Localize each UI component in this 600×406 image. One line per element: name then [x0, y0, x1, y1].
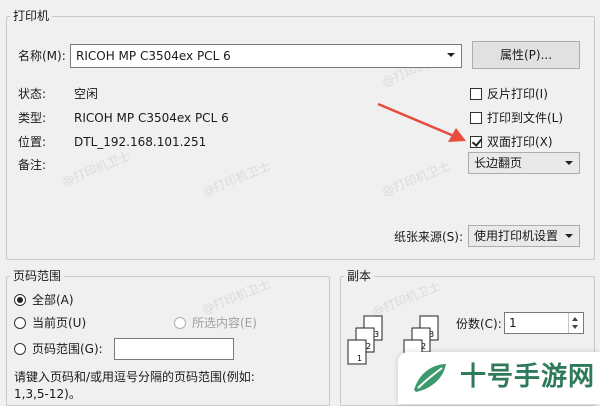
current-page-radio[interactable] — [14, 317, 26, 329]
site-logo: 十号手游网 — [398, 352, 600, 404]
spinner-down-icon[interactable] — [572, 325, 578, 329]
printer-name-select[interactable]: RICOH MP C3504ex PCL 6 — [70, 44, 462, 68]
reverse-print-checkbox[interactable] — [470, 88, 482, 100]
page-range-hint-line1: 请键入页码和/或用逗号分隔的页码范围(例如: — [14, 370, 255, 384]
dropdown-arrow-icon — [447, 53, 455, 57]
duplex-checkbox[interactable] — [470, 136, 482, 148]
page-range-input[interactable] — [114, 338, 234, 360]
printer-group-legend: 打印机 — [10, 9, 53, 23]
page-range-hint-line2: 1,3,5-12)。 — [14, 387, 81, 401]
spinner-up-icon[interactable] — [572, 317, 578, 321]
all-pages-label[interactable]: 全部(A) — [32, 292, 74, 308]
printer-name-label: 名称(M): — [18, 49, 66, 63]
print-to-file-checkbox[interactable] — [470, 112, 482, 124]
logo-text: 十号手游网 — [460, 362, 596, 392]
duplex-mode-select[interactable]: 长边翻页 — [468, 152, 580, 174]
printer-name-value: RICOH MP C3504ex PCL 6 — [76, 49, 231, 63]
paper-source-select[interactable]: 使用打印机设置 — [468, 225, 580, 247]
red-arrow-icon — [377, 102, 466, 142]
page-range-radio[interactable] — [14, 343, 26, 355]
paper-source-label: 纸张来源(S): — [394, 230, 464, 244]
page-range-legend: 页码范围 — [10, 269, 65, 283]
paper-source-value: 使用打印机设置 — [474, 229, 559, 243]
svg-text:2: 2 — [366, 342, 371, 351]
duplex-label[interactable]: 双面打印(X) — [487, 134, 553, 150]
type-label: 类型: — [18, 111, 47, 125]
copies-count-label: 份数(C): — [456, 317, 502, 331]
properties-button[interactable]: 属性(P)... — [472, 41, 580, 69]
location-value: DTL_192.168.101.251 — [74, 135, 207, 149]
svg-text:3: 3 — [374, 330, 379, 339]
copies-count-spinner[interactable]: 1 — [504, 312, 584, 334]
reverse-print-label[interactable]: 反片打印(I) — [487, 86, 548, 102]
status-value: 空闲 — [74, 87, 99, 101]
comment-label: 备注: — [18, 158, 47, 172]
print-to-file-label[interactable]: 打印到文件(L) — [487, 110, 563, 126]
selection-radio[interactable] — [174, 317, 186, 329]
spinner-buttons — [568, 313, 583, 333]
collate-pages-icon: 3 2 1 — [347, 315, 383, 365]
type-value: RICOH MP C3504ex PCL 6 — [74, 111, 229, 125]
current-page-label[interactable]: 当前页(U) — [32, 315, 86, 331]
location-label: 位置: — [18, 135, 47, 149]
selection-label: 所选内容(E) — [192, 316, 257, 330]
copies-count-value: 1 — [509, 316, 517, 330]
logo-leaf-icon — [414, 364, 446, 392]
svg-text:1: 1 — [357, 354, 362, 363]
status-label: 状态: — [18, 87, 47, 101]
copies-legend: 副本 — [344, 269, 375, 283]
duplex-mode-value: 长边翻页 — [474, 156, 523, 170]
page-range-label[interactable]: 页码范围(G): — [32, 341, 103, 357]
dropdown-arrow-icon — [565, 161, 573, 165]
all-pages-radio[interactable] — [14, 294, 26, 306]
dropdown-arrow-icon — [565, 234, 573, 238]
